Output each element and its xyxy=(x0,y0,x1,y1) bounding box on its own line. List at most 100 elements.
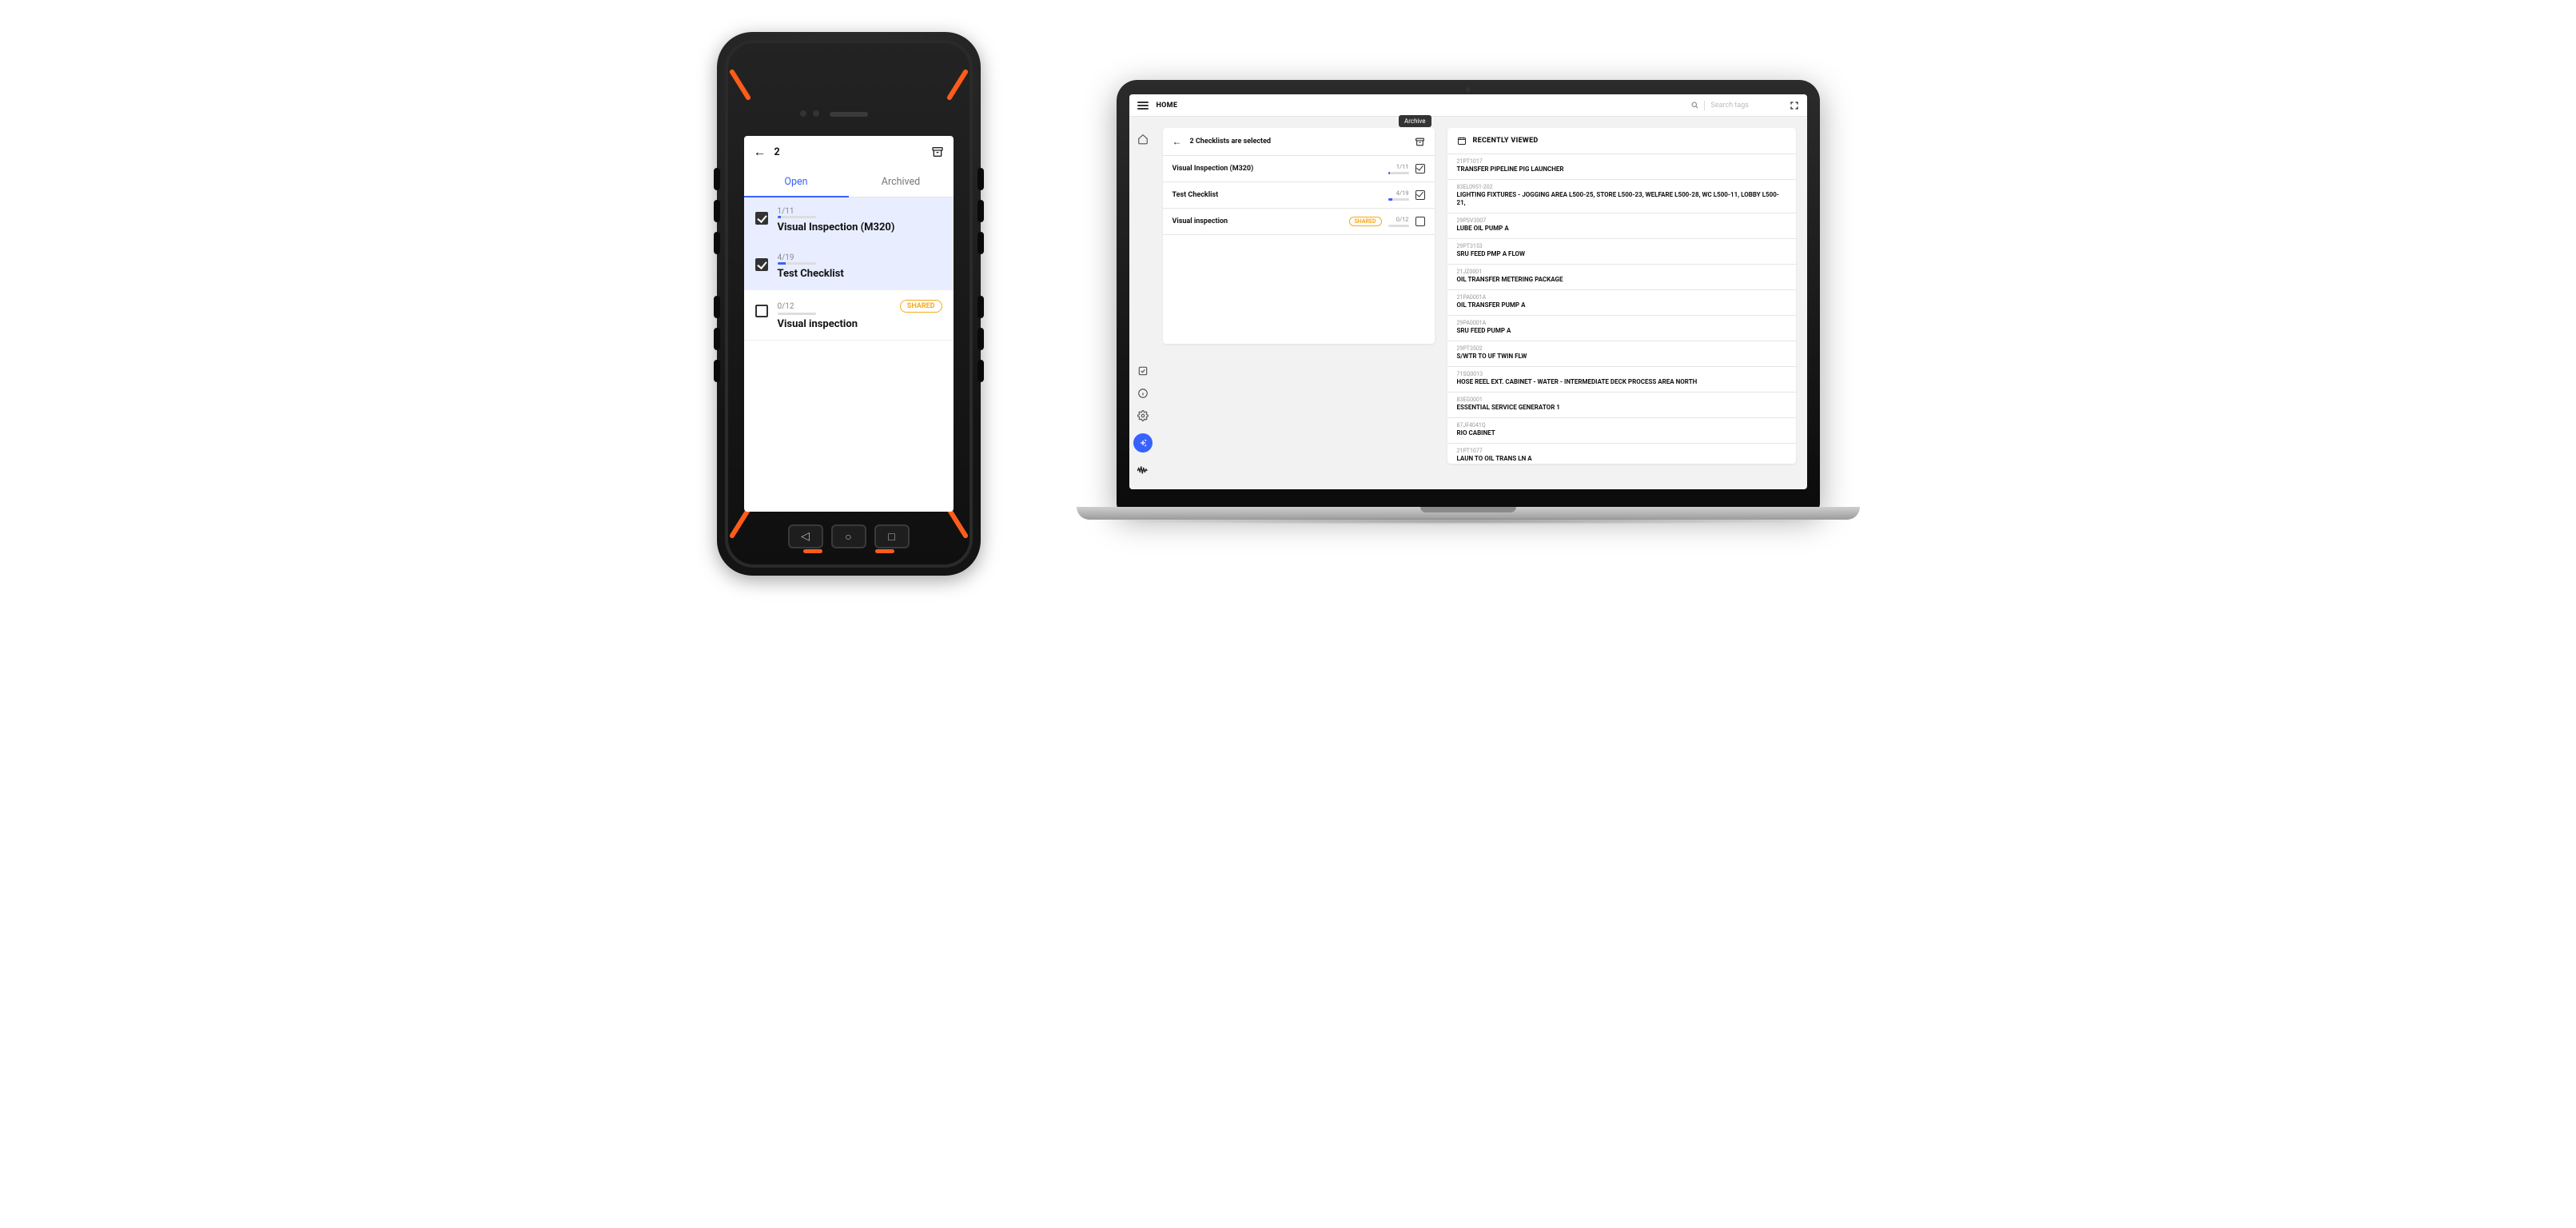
left-rail xyxy=(1129,117,1157,489)
fullscreen-icon[interactable] xyxy=(1790,101,1799,110)
tag-title: TRANSFER PIPELINE PIG LAUNCHER xyxy=(1457,165,1786,173)
tag-title: OIL TRANSFER METERING PACKAGE xyxy=(1457,276,1786,284)
recent-item[interactable]: 29PT3502S/WTR TO UF TWIN FLW xyxy=(1447,341,1796,367)
recent-item[interactable]: 21PT1077LAUN TO OIL TRANS LN A xyxy=(1447,444,1796,464)
recent-item[interactable]: 29PT3153SRU FEED PMP A FLOW xyxy=(1447,239,1796,265)
tab-archived[interactable]: Archived xyxy=(849,168,954,197)
checklist-row[interactable]: Test Checklist4/19 xyxy=(1163,182,1435,209)
phone-tabs: Open Archived xyxy=(744,168,954,197)
tag-title: LUBE OIL PUMP A xyxy=(1457,225,1786,233)
tag-id: 87JF4041Q xyxy=(1457,422,1786,429)
tag-id: 21JZ0001 xyxy=(1457,269,1786,275)
search-box xyxy=(1690,101,1782,110)
tag-title: HOSE REEL EXT. CABINET - WATER - INTERME… xyxy=(1457,378,1786,386)
android-back-button[interactable]: ◁ xyxy=(788,524,823,548)
recent-item[interactable]: 29PSV3007LUBE OIL PUMP A xyxy=(1447,213,1796,239)
tag-id: 29PT3153 xyxy=(1457,243,1786,249)
progress-count: 1/11 xyxy=(778,207,794,216)
checklist-title: Test Checklist xyxy=(778,268,942,280)
recently-viewed-header: RECENTLY VIEWED xyxy=(1447,128,1796,154)
checklist-title: Visual inspection xyxy=(1173,217,1343,225)
android-recents-button[interactable]: □ xyxy=(874,524,910,548)
tag-id: 83EL0951-202 xyxy=(1457,184,1786,190)
archive-icon[interactable] xyxy=(1415,137,1425,147)
recent-item[interactable]: 83EG0001ESSENTIAL SERVICE GENERATOR 1 xyxy=(1447,393,1796,418)
shared-badge: SHARED xyxy=(900,300,942,313)
archive-icon[interactable] xyxy=(931,146,944,158)
phone-checklist-list: 1/11 Visual Inspection (M320) 4/19 Test Che… xyxy=(744,197,954,341)
recently-viewed-card: RECENTLY VIEWED 21PT1017TRANSFER PIPELIN… xyxy=(1447,128,1796,464)
search-icon[interactable] xyxy=(1690,101,1699,110)
app-logo-icon xyxy=(1136,464,1150,478)
tag-title: LAUN TO OIL TRANS LN A xyxy=(1457,455,1786,463)
tag-id: 29PA0001A xyxy=(1457,320,1786,326)
laptop-screen: HOME xyxy=(1129,94,1807,489)
phone-body: ◁ ○ □ ← 2 Open Archived 1/11 Visual Inspe… xyxy=(717,32,981,576)
progress-count: 4/19 xyxy=(778,253,794,262)
progress-bar xyxy=(1388,172,1409,174)
back-arrow-icon[interactable]: ← xyxy=(754,144,766,160)
recent-item[interactable]: 29PA0001ASRU FEED PUMP A xyxy=(1447,316,1796,341)
android-home-button[interactable]: ○ xyxy=(831,524,866,548)
tag-title: SRU FEED PMP A FLOW xyxy=(1457,250,1786,258)
home-icon[interactable] xyxy=(1136,132,1150,146)
laptop-lid: HOME xyxy=(1117,80,1820,512)
tab-open[interactable]: Open xyxy=(744,168,849,197)
tag-id: 29PSV3007 xyxy=(1457,217,1786,224)
shared-badge: SHARED xyxy=(1349,217,1382,226)
checklist-row[interactable]: Visual inspection SHARED 0/12 xyxy=(1163,209,1435,235)
checklist-row[interactable]: 4/19 Test Checklist xyxy=(744,244,954,290)
checklist-icon[interactable] xyxy=(1136,364,1150,378)
progress-bar xyxy=(1388,225,1409,227)
tag-id: 29PT3502 xyxy=(1457,345,1786,352)
checklist-row[interactable]: 1/11 Visual Inspection (M320) xyxy=(744,197,954,244)
recent-item[interactable]: 83EL0951-202LIGHTING FIXTURES - JOGGING … xyxy=(1447,180,1796,213)
tag-title: LIGHTING FIXTURES - JOGGING AREA L500-25… xyxy=(1457,191,1786,207)
checkbox[interactable] xyxy=(755,258,768,271)
recent-item[interactable]: 21JZ0001OIL TRANSFER METERING PACKAGE xyxy=(1447,265,1796,290)
recently-viewed-list: 21PT1017TRANSFER PIPELINE PIG LAUNCHER83… xyxy=(1447,154,1796,464)
selected-count: 2 xyxy=(774,146,780,158)
laptop-mockup: HOME xyxy=(1077,80,1860,592)
checkbox[interactable] xyxy=(1415,217,1425,226)
checkbox[interactable] xyxy=(755,212,768,225)
menu-icon[interactable] xyxy=(1137,102,1149,110)
search-input[interactable] xyxy=(1710,101,1782,110)
tag-id: 21PA0001A xyxy=(1457,294,1786,301)
progress-bar xyxy=(778,313,816,315)
phone-header-bar: ← 2 xyxy=(744,136,954,168)
tag-title: SRU FEED PUMP A xyxy=(1457,327,1786,335)
checklist-row[interactable]: Visual Inspection (M320) 1/11 xyxy=(1163,156,1435,182)
tag-id: 21PT1017 xyxy=(1457,158,1786,165)
progress-count: 0/12 xyxy=(778,302,794,311)
checkbox[interactable] xyxy=(755,305,768,317)
recent-item[interactable]: 71SQ0013HOSE REEL EXT. CABINET - WATER -… xyxy=(1447,367,1796,393)
checklists-card: Archive ← 2 Checklists are selected Visu… xyxy=(1163,128,1435,344)
recent-item[interactable]: 87JF4041QRIO CABINET xyxy=(1447,418,1796,444)
content-area: Archive ← 2 Checklists are selected Visu… xyxy=(1157,117,1807,489)
checklist-title: Visual Inspection (M320) xyxy=(778,221,942,233)
info-icon[interactable] xyxy=(1136,386,1150,401)
checkbox[interactable] xyxy=(1415,190,1425,200)
add-fab[interactable] xyxy=(1133,433,1153,453)
tag-title: ESSENTIAL SERVICE GENERATOR 1 xyxy=(1457,404,1786,412)
progress-count: 1/11 xyxy=(1396,163,1409,170)
calendar-icon xyxy=(1457,136,1467,146)
settings-icon[interactable] xyxy=(1136,409,1150,423)
tag-id: 71SQ0013 xyxy=(1457,371,1786,377)
checklists-list: Visual Inspection (M320) 1/11 Test Checkli… xyxy=(1163,156,1435,235)
selected-count-label: 2 Checklists are selected xyxy=(1190,138,1272,146)
checklist-title: Visual Inspection (M320) xyxy=(1173,165,1382,173)
recent-item[interactable]: 21PT1017TRANSFER PIPELINE PIG LAUNCHER xyxy=(1447,154,1796,180)
tag-id: 83EG0001 xyxy=(1457,397,1786,403)
checklist-row[interactable]: 0/12SHAREDVisual inspection xyxy=(744,290,954,341)
phone-screen: ← 2 Open Archived 1/11 Visual Inspection … xyxy=(744,136,954,512)
checklist-title: Test Checklist xyxy=(1173,191,1382,199)
checkbox[interactable] xyxy=(1415,164,1425,173)
recent-item[interactable]: 21PA0001AOIL TRANSFER PUMP A xyxy=(1447,290,1796,316)
progress-bar xyxy=(778,262,816,265)
checklists-card-header: ← 2 Checklists are selected xyxy=(1163,128,1435,156)
tag-title: S/WTR TO UF TWIN FLW xyxy=(1457,353,1786,361)
back-arrow-icon[interactable]: ← xyxy=(1173,136,1182,147)
progress-count: 0/12 xyxy=(1396,216,1409,223)
